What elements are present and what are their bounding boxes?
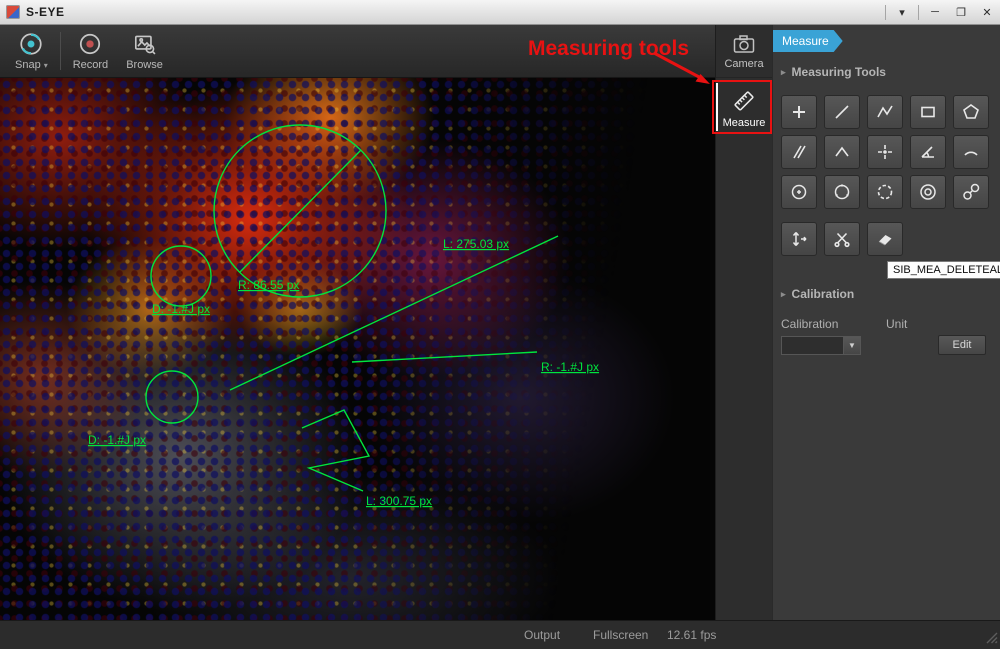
measure-long-line	[230, 236, 558, 390]
tool-angle-button[interactable]	[910, 135, 946, 169]
snap-dropdown-icon[interactable]: ▾	[44, 61, 48, 70]
annotation-highlight-rectangle	[712, 80, 772, 134]
measure-panel: Measure ▸ Measuring Tools	[772, 25, 1000, 620]
panel-tab-measure[interactable]: Measure	[773, 30, 843, 52]
fullscreen-button[interactable]: Fullscreen	[593, 628, 648, 642]
record-icon	[77, 31, 103, 57]
fps-indicator: 12.61 fps	[667, 628, 716, 642]
tab-camera[interactable]: Camera	[716, 25, 772, 78]
tab-camera-label: Camera	[724, 58, 763, 70]
output-button[interactable]: Output	[524, 628, 560, 642]
resize-grip[interactable]	[985, 631, 998, 647]
measure-label-radius-value: R: -1.#J px	[541, 360, 599, 374]
tool-delete-annotation-button[interactable]	[824, 222, 860, 256]
tool-circle-3-point-button[interactable]	[824, 175, 860, 209]
calibration-dropdown-value	[782, 337, 843, 354]
measure-radius-line	[352, 352, 537, 362]
measure-label-circle-top: D: -1.#J px	[152, 302, 210, 316]
tool-rectangle-button[interactable]	[910, 95, 946, 129]
measure-polyline	[302, 410, 369, 491]
browse-button[interactable]: Browse	[117, 27, 172, 75]
statusbar: Output Fullscreen 12.61 fps	[0, 620, 1000, 649]
divider	[918, 5, 919, 20]
tool-center-cross-button[interactable]	[867, 135, 903, 169]
measure-circle-small-bottom	[146, 371, 198, 423]
window-title: S-EYE	[26, 5, 65, 19]
measurement-overlay: R: 86.55 px D: -1.#J px L: 275.03 px R: …	[0, 78, 715, 620]
maximize-button[interactable]: ❐	[948, 0, 974, 24]
measure-diameter-line	[240, 150, 361, 272]
tool-circle-center-radius-button[interactable]	[781, 175, 817, 209]
tool-line-button[interactable]	[824, 95, 860, 129]
window-controls: ▾ ─ ❐ ✕	[882, 0, 1000, 24]
tool-polygon-button[interactable]	[953, 95, 989, 129]
app-logo-icon	[6, 5, 20, 19]
measuring-tools-header[interactable]: ▸ Measuring Tools	[781, 65, 886, 79]
measuring-tools-grid-row2	[781, 222, 989, 256]
titlebar-menu-button[interactable]: ▾	[889, 0, 915, 24]
close-button[interactable]: ✕	[974, 0, 1000, 24]
tool-parallel-lines-button[interactable]	[781, 135, 817, 169]
tool-polyline-button[interactable]	[867, 95, 903, 129]
tool-concentric-circles-button[interactable]	[910, 175, 946, 209]
annotation-arrow-icon	[648, 48, 718, 90]
image-viewport[interactable]: R: 86.55 px D: -1.#J px L: 275.03 px R: …	[0, 78, 715, 620]
camera-icon	[732, 33, 756, 55]
tool-arc-button[interactable]	[953, 135, 989, 169]
snap-aperture-icon	[18, 31, 44, 57]
calibration-column-label: Calibration	[781, 317, 838, 331]
calibration-dropdown[interactable]: ▼	[781, 336, 861, 355]
measure-label-polyline-length: L: 300.75 px	[366, 494, 432, 508]
measure-circle-small-top	[151, 246, 211, 306]
section-arrow-icon: ▸	[781, 67, 786, 78]
calibration-title: Calibration	[792, 287, 855, 301]
tool-circle-ring-button[interactable]	[867, 175, 903, 209]
tool-linked-circles-button[interactable]	[953, 175, 989, 209]
app-window: S-EYE ▾ ─ ❐ ✕ Snap ▾	[0, 0, 1000, 649]
chevron-down-icon[interactable]: ▼	[843, 337, 860, 354]
section-arrow-icon: ▸	[781, 289, 786, 300]
divider	[885, 5, 886, 20]
measuring-tools-title: Measuring Tools	[792, 65, 886, 79]
snap-button[interactable]: Snap ▾	[6, 27, 57, 75]
calibration-header[interactable]: ▸ Calibration	[781, 287, 854, 301]
measure-label-circle-radius: R: 86.55 px	[238, 278, 299, 292]
snap-label: Snap	[15, 59, 41, 71]
record-label: Record	[73, 59, 108, 71]
tool-perpendicular-button[interactable]	[824, 135, 860, 169]
minimize-button[interactable]: ─	[922, 0, 948, 24]
tooltip: SIB_MEA_DELETEALL	[887, 261, 1000, 279]
tool-delete-all-annotations-button[interactable]	[867, 222, 903, 256]
titlebar: S-EYE ▾ ─ ❐ ✕	[0, 0, 1000, 25]
browse-icon	[132, 31, 158, 57]
measure-label-line-length: L: 275.03 px	[443, 237, 509, 251]
measuring-tools-grid	[781, 95, 989, 209]
browse-label: Browse	[126, 59, 163, 71]
measure-label-circle-bottom: D: -1.#J px	[88, 433, 146, 447]
tool-move-annotation-button[interactable]	[781, 222, 817, 256]
edit-button[interactable]: Edit	[938, 335, 986, 355]
record-button[interactable]: Record	[64, 27, 117, 75]
tool-point-button[interactable]	[781, 95, 817, 129]
unit-column-label: Unit	[886, 317, 907, 331]
toolbar-divider	[60, 32, 61, 70]
